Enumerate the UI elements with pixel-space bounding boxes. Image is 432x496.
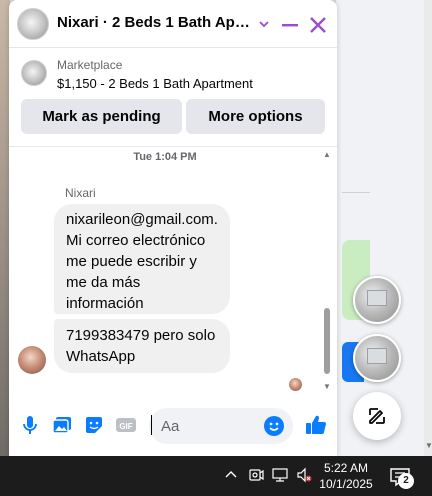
message-line: me da más: [66, 274, 141, 291]
message-line: me puede escribir y: [66, 253, 197, 270]
minimize-icon[interactable]: [279, 14, 301, 36]
seen-receipt-avatar: [289, 378, 302, 391]
minimized-chat-avatar[interactable]: [353, 276, 401, 324]
chevron-down-icon[interactable]: [257, 14, 271, 34]
taskbar: 5:22 AM 10/1/2025: [0, 456, 432, 496]
mark-as-pending-button[interactable]: Mark as pending: [21, 99, 182, 134]
notification-badge: 2: [398, 473, 414, 489]
compose-icon: [369, 408, 385, 424]
gif-icon[interactable]: GIF: [115, 414, 137, 436]
scroll-down-arrow[interactable]: ▼: [322, 382, 332, 391]
emoji-icon[interactable]: [264, 416, 284, 436]
like-icon[interactable]: [305, 414, 327, 436]
clock-date: 10/1/2025: [319, 477, 373, 491]
volume-muted-icon[interactable]: [296, 467, 312, 483]
message-line: WhatsApp: [66, 348, 136, 365]
listing-avatar[interactable]: [17, 8, 49, 40]
minimized-chat-avatar[interactable]: [353, 334, 401, 382]
close-icon[interactable]: [307, 14, 329, 36]
new-message-button[interactable]: [353, 392, 401, 440]
listing-title[interactable]: $1,150 - 2 Beds 1 Bath Apartment: [57, 76, 253, 91]
sender-name: Nixari: [65, 186, 96, 200]
message-line: 7199383479 pero solo: [66, 327, 216, 344]
message-line: nixarileon@gmail.com.: [66, 211, 218, 228]
sender-avatar[interactable]: [18, 346, 46, 374]
page-scrollbar[interactable]: [424, 0, 432, 456]
background-page: [336, 0, 432, 456]
chat-window: Nixari · 2 Beds 1 Bath Apartment Marketp…: [9, 0, 337, 456]
more-options-button[interactable]: More options: [186, 99, 325, 134]
message-bubble[interactable]: 7199383479 pero solo WhatsApp: [54, 319, 230, 373]
text-caret: [151, 415, 152, 435]
message-line: Mi correo electrónico: [66, 232, 206, 249]
message-composer: GIF: [9, 400, 337, 452]
chevron-up-icon[interactable]: [224, 468, 238, 482]
clock-time: 5:22 AM: [323, 461, 369, 475]
photo-icon[interactable]: [51, 414, 73, 436]
chat-header[interactable]: Nixari · 2 Beds 1 Bath Apartment: [9, 0, 337, 48]
microphone-icon[interactable]: [19, 414, 41, 436]
gif-icon-label: GIF: [119, 422, 132, 431]
system-clock[interactable]: 5:22 AM 10/1/2025: [316, 460, 376, 492]
scroll-up-arrow[interactable]: ▲: [322, 150, 332, 159]
page-scroll-down-arrow[interactable]: ▼: [425, 441, 432, 450]
background-divider: [342, 192, 370, 193]
message-timestamp: Tue 1:04 PM: [133, 151, 197, 163]
divider: [9, 146, 337, 147]
marketplace-label: Marketplace: [57, 58, 123, 72]
message-line: información: [66, 295, 144, 312]
scrollbar-thumb[interactable]: [324, 308, 330, 374]
meet-icon[interactable]: [248, 467, 264, 483]
message-bubble[interactable]: nixarileon@gmail.com. Mi correo electrón…: [54, 204, 230, 314]
chat-title[interactable]: Nixari · 2 Beds 1 Bath Apartment: [57, 14, 255, 31]
sticker-icon[interactable]: [83, 414, 105, 436]
chat-scrollbar[interactable]: ▲ ▼: [322, 148, 332, 392]
listing-thumbnail[interactable]: [21, 60, 47, 86]
network-icon[interactable]: [272, 467, 288, 483]
